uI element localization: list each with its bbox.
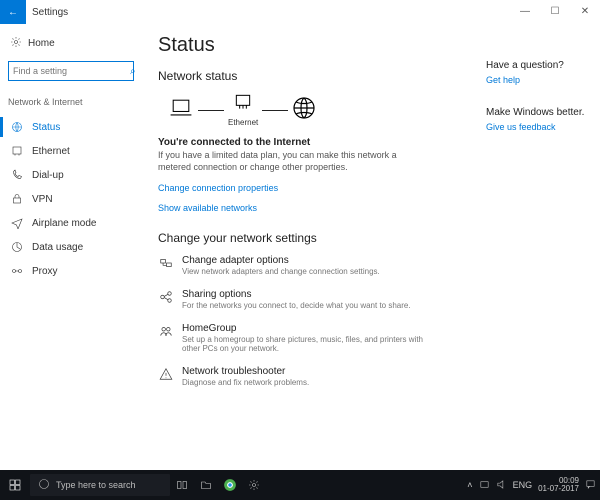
section-network-status: Network status (158, 69, 472, 83)
search-icon: ⌕ (130, 66, 136, 77)
search-input[interactable]: ⌕ (8, 61, 134, 81)
sidebar-item-vpn[interactable]: VPN (6, 187, 140, 211)
section-change-settings: Change your network settings (158, 231, 472, 245)
tray-clock[interactable]: 00:09 01-07-2017 (538, 477, 579, 493)
sidebar-item-status[interactable]: Status (6, 115, 140, 139)
sharing-icon (158, 289, 174, 311)
help-heading: Have a question? (486, 60, 592, 71)
close-button[interactable]: ✕ (570, 0, 600, 24)
option-title: Network troubleshooter (182, 366, 309, 377)
tray-volume-icon[interactable] (496, 479, 507, 492)
tray-network-icon[interactable] (479, 479, 490, 492)
start-button[interactable] (0, 479, 30, 491)
sidebar-item-airplane[interactable]: Airplane mode (6, 211, 140, 235)
ethernet-icon (10, 145, 24, 157)
ethernet-port-icon (233, 93, 253, 111)
proxy-icon (10, 265, 24, 277)
taskbar-app-explorer[interactable] (194, 479, 218, 491)
globe-icon (292, 96, 316, 125)
sidebar-item-datausage[interactable]: Data usage (6, 235, 140, 259)
sidebar-home[interactable]: Home (6, 32, 140, 55)
main-content: Status Network status Ethernet You're co… (140, 24, 480, 470)
connected-heading: You're connected to the Internet (158, 137, 472, 148)
window-titlebar: ← Settings — ☐ ✕ (0, 0, 600, 24)
option-desc: For the networks you connect to, decide … (182, 301, 411, 311)
laptop-icon (168, 97, 194, 124)
feedback-heading: Make Windows better. (486, 107, 592, 118)
taskbar-search[interactable]: Type here to search (30, 474, 170, 496)
option-desc: Set up a homegroup to share pictures, mu… (182, 335, 442, 354)
option-title: HomeGroup (182, 323, 442, 334)
link-connection-properties[interactable]: Change connection properties (158, 183, 472, 193)
link-available-networks[interactable]: Show available networks (158, 203, 472, 213)
task-view-button[interactable] (170, 479, 194, 491)
taskbar-app-settings[interactable] (242, 479, 266, 491)
sidebar-item-proxy[interactable]: Proxy (6, 259, 140, 283)
taskbar-search-label: Type here to search (56, 480, 136, 490)
option-desc: Diagnose and fix network problems. (182, 378, 309, 388)
option-title: Change adapter options (182, 255, 380, 266)
sidebar-item-label: Airplane mode (32, 218, 96, 229)
taskbar: Type here to search ˄ ENG 00:09 01-07-20… (0, 470, 600, 500)
sidebar-home-label: Home (28, 38, 55, 49)
window-controls: — ☐ ✕ (510, 0, 600, 24)
sidebar-item-label: Ethernet (32, 146, 70, 157)
dialup-icon (10, 169, 24, 181)
option-adapter[interactable]: Change adapter options View network adap… (158, 255, 472, 277)
sidebar-section-label: Network & Internet (6, 93, 140, 111)
diagram-line (262, 110, 288, 111)
option-troubleshooter[interactable]: Network troubleshooter Diagnose and fix … (158, 366, 472, 388)
cortana-icon (38, 478, 50, 492)
homegroup-icon (158, 323, 174, 354)
sidebar-item-ethernet[interactable]: Ethernet (6, 139, 140, 163)
sidebar: Home ⌕ Network & Internet Status Etherne… (0, 24, 140, 470)
system-tray: ˄ ENG 00:09 01-07-2017 (467, 477, 600, 493)
connected-description: If you have a limited data plan, you can… (158, 150, 418, 173)
taskbar-app-chrome[interactable] (218, 478, 242, 492)
right-column: Have a question? Get help Make Windows b… (480, 24, 600, 470)
page-title: Status (158, 34, 472, 57)
sidebar-item-label: Proxy (32, 266, 58, 277)
sidebar-item-label: Status (32, 122, 60, 133)
sidebar-item-label: Dial-up (32, 170, 64, 181)
adapter-icon (158, 255, 174, 277)
option-title: Sharing options (182, 289, 411, 300)
airplane-icon (10, 217, 24, 229)
sidebar-item-label: VPN (32, 194, 53, 205)
network-diagram: Ethernet (168, 93, 472, 127)
vpn-icon (10, 193, 24, 205)
minimize-button[interactable]: — (510, 0, 540, 24)
sidebar-item-dialup[interactable]: Dial-up (6, 163, 140, 187)
tray-date: 01-07-2017 (538, 485, 579, 493)
tray-action-center-icon[interactable] (585, 479, 596, 492)
window-title: Settings (26, 7, 510, 18)
troubleshoot-icon (158, 366, 174, 388)
tray-chevron-icon[interactable]: ˄ (467, 480, 472, 490)
home-icon (10, 36, 22, 51)
option-desc: View network adapters and change connect… (182, 267, 380, 277)
datausage-icon (10, 241, 24, 253)
search-field[interactable] (13, 66, 130, 76)
back-button[interactable]: ← (0, 0, 26, 24)
link-get-help[interactable]: Get help (486, 75, 592, 85)
ethernet-node: Ethernet (228, 93, 258, 127)
diagram-label: Ethernet (228, 118, 258, 127)
sidebar-item-label: Data usage (32, 242, 83, 253)
link-feedback[interactable]: Give us feedback (486, 122, 592, 132)
tray-language[interactable]: ENG (513, 480, 533, 490)
status-icon (10, 121, 24, 133)
option-homegroup[interactable]: HomeGroup Set up a homegroup to share pi… (158, 323, 472, 354)
diagram-line (198, 110, 224, 111)
option-sharing[interactable]: Sharing options For the networks you con… (158, 289, 472, 311)
maximize-button[interactable]: ☐ (540, 0, 570, 24)
